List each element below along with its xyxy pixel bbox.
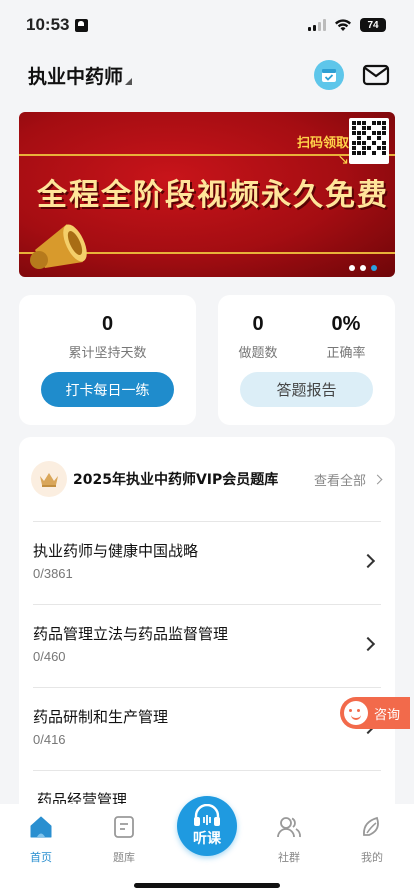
view-all-label: 查看全部 xyxy=(313,473,366,489)
subject-title: 执业中药师 xyxy=(28,65,124,88)
status-bar: 10:53 74 xyxy=(0,0,414,50)
promo-banner[interactable]: 全程全阶段视频永久免费 扫码领取 ↘ xyxy=(19,112,395,277)
view-all-link[interactable]: 查看全部 xyxy=(313,470,383,489)
streak-value: 0 xyxy=(101,313,114,335)
tab-question-bank[interactable]: 题库 xyxy=(94,814,154,865)
megaphone-icon xyxy=(30,224,87,269)
headphones-icon xyxy=(194,804,220,826)
chevron-right-icon xyxy=(360,636,376,652)
done-value: 0 xyxy=(252,313,264,335)
chapter-name: 药品管理立法与药品监督管理 xyxy=(33,625,229,643)
tab-community[interactable]: 社群 xyxy=(259,814,319,865)
id-card-icon xyxy=(75,18,89,32)
answer-report-button[interactable]: 答题报告 xyxy=(240,372,373,407)
arrow-right-icon: ↘ xyxy=(337,152,349,168)
tab-community-label: 社群 xyxy=(278,851,300,864)
streak-stat: 0 累计坚持天数 xyxy=(19,313,196,361)
top-header: 执业中药师 xyxy=(0,52,414,98)
tab-question-bank-label: 题库 xyxy=(113,851,135,864)
chapter-row[interactable]: 执业药师与健康中国战略 0/3861 xyxy=(33,521,381,604)
consult-button[interactable]: 咨询 xyxy=(340,697,410,729)
accuracy-label: 正确率 xyxy=(326,346,366,361)
status-indicators: 74 xyxy=(308,18,386,32)
answer-stats-card: 0 做题数 0% 正确率 答题报告 xyxy=(218,295,395,425)
tab-mine-label: 我的 xyxy=(361,851,383,864)
wifi-icon xyxy=(335,19,351,31)
chapter-progress: 0/3861 xyxy=(33,566,73,581)
carousel-dot[interactable] xyxy=(360,265,366,271)
tab-home-label: 首页 xyxy=(30,851,52,864)
done-label: 做题数 xyxy=(238,346,278,361)
accuracy-value: 0% xyxy=(331,313,361,335)
chevron-right-icon xyxy=(360,553,376,569)
mail-icon[interactable] xyxy=(362,64,390,86)
chapter-name: 执业药师与健康中国战略 xyxy=(33,542,199,560)
accuracy-stat: 0% 正确率 xyxy=(318,313,374,361)
crown-badge xyxy=(31,461,67,497)
listen-class-label: 听课 xyxy=(193,831,221,847)
qr-code-image xyxy=(349,118,389,164)
streak-label: 累计坚持天数 xyxy=(68,346,147,361)
question-bank-title: 2025年执业中药师VIP会员题库 xyxy=(73,472,279,488)
carousel-dot-active[interactable] xyxy=(371,265,377,271)
question-bank-icon xyxy=(114,816,134,838)
subject-selector[interactable]: 执业中药师 xyxy=(28,62,133,89)
profile-leaf-icon xyxy=(363,816,379,836)
streak-card: 0 累计坚持天数 打卡每日一练 xyxy=(19,295,196,425)
consult-label: 咨询 xyxy=(374,707,401,723)
caret-down-icon xyxy=(125,77,133,85)
status-time: 10:53 xyxy=(26,15,70,34)
question-bank-header: 2025年执业中药师VIP会员题库 查看全部 xyxy=(31,459,383,499)
chevron-right-icon xyxy=(372,474,383,484)
chapter-name: 药品研制和生产管理 xyxy=(33,708,169,726)
listen-class-button[interactable]: 听课 xyxy=(177,796,237,856)
banner-title: 全程全阶段视频永久免费 xyxy=(37,178,389,213)
customer-service-icon xyxy=(344,701,368,725)
bottom-tab-bar: 首页 题库 听课 社群 我的 xyxy=(0,796,414,896)
crown-icon xyxy=(40,473,58,487)
home-icon xyxy=(30,816,52,838)
daily-checkin-button[interactable]: 打卡每日一练 xyxy=(41,372,174,407)
tab-mine[interactable]: 我的 xyxy=(342,814,402,865)
tab-home[interactable]: 首页 xyxy=(11,814,71,865)
carousel-dot[interactable] xyxy=(349,265,355,271)
done-stat: 0 做题数 xyxy=(230,313,286,361)
chapter-row[interactable]: 药品管理立法与药品监督管理 0/460 xyxy=(33,604,381,687)
community-icon xyxy=(277,817,301,838)
scan-label: 扫码领取 xyxy=(296,136,349,151)
status-time-group: 10:53 xyxy=(26,15,89,35)
signal-icon xyxy=(308,19,326,31)
calendar-check-icon xyxy=(322,69,336,82)
header-actions xyxy=(314,60,390,90)
question-bank-card: 2025年执业中药师VIP会员题库 查看全部 执业药师与健康中国战略 0/386… xyxy=(19,437,395,817)
chapter-progress: 0/460 xyxy=(33,649,66,664)
home-indicator xyxy=(134,883,280,888)
battery-icon: 74 xyxy=(360,18,386,32)
carousel-dots[interactable] xyxy=(349,265,377,271)
chapter-progress: 0/416 xyxy=(33,732,66,747)
calendar-check-button[interactable] xyxy=(314,60,344,90)
chapter-row[interactable]: 药品研制和生产管理 0/416 xyxy=(33,687,381,770)
